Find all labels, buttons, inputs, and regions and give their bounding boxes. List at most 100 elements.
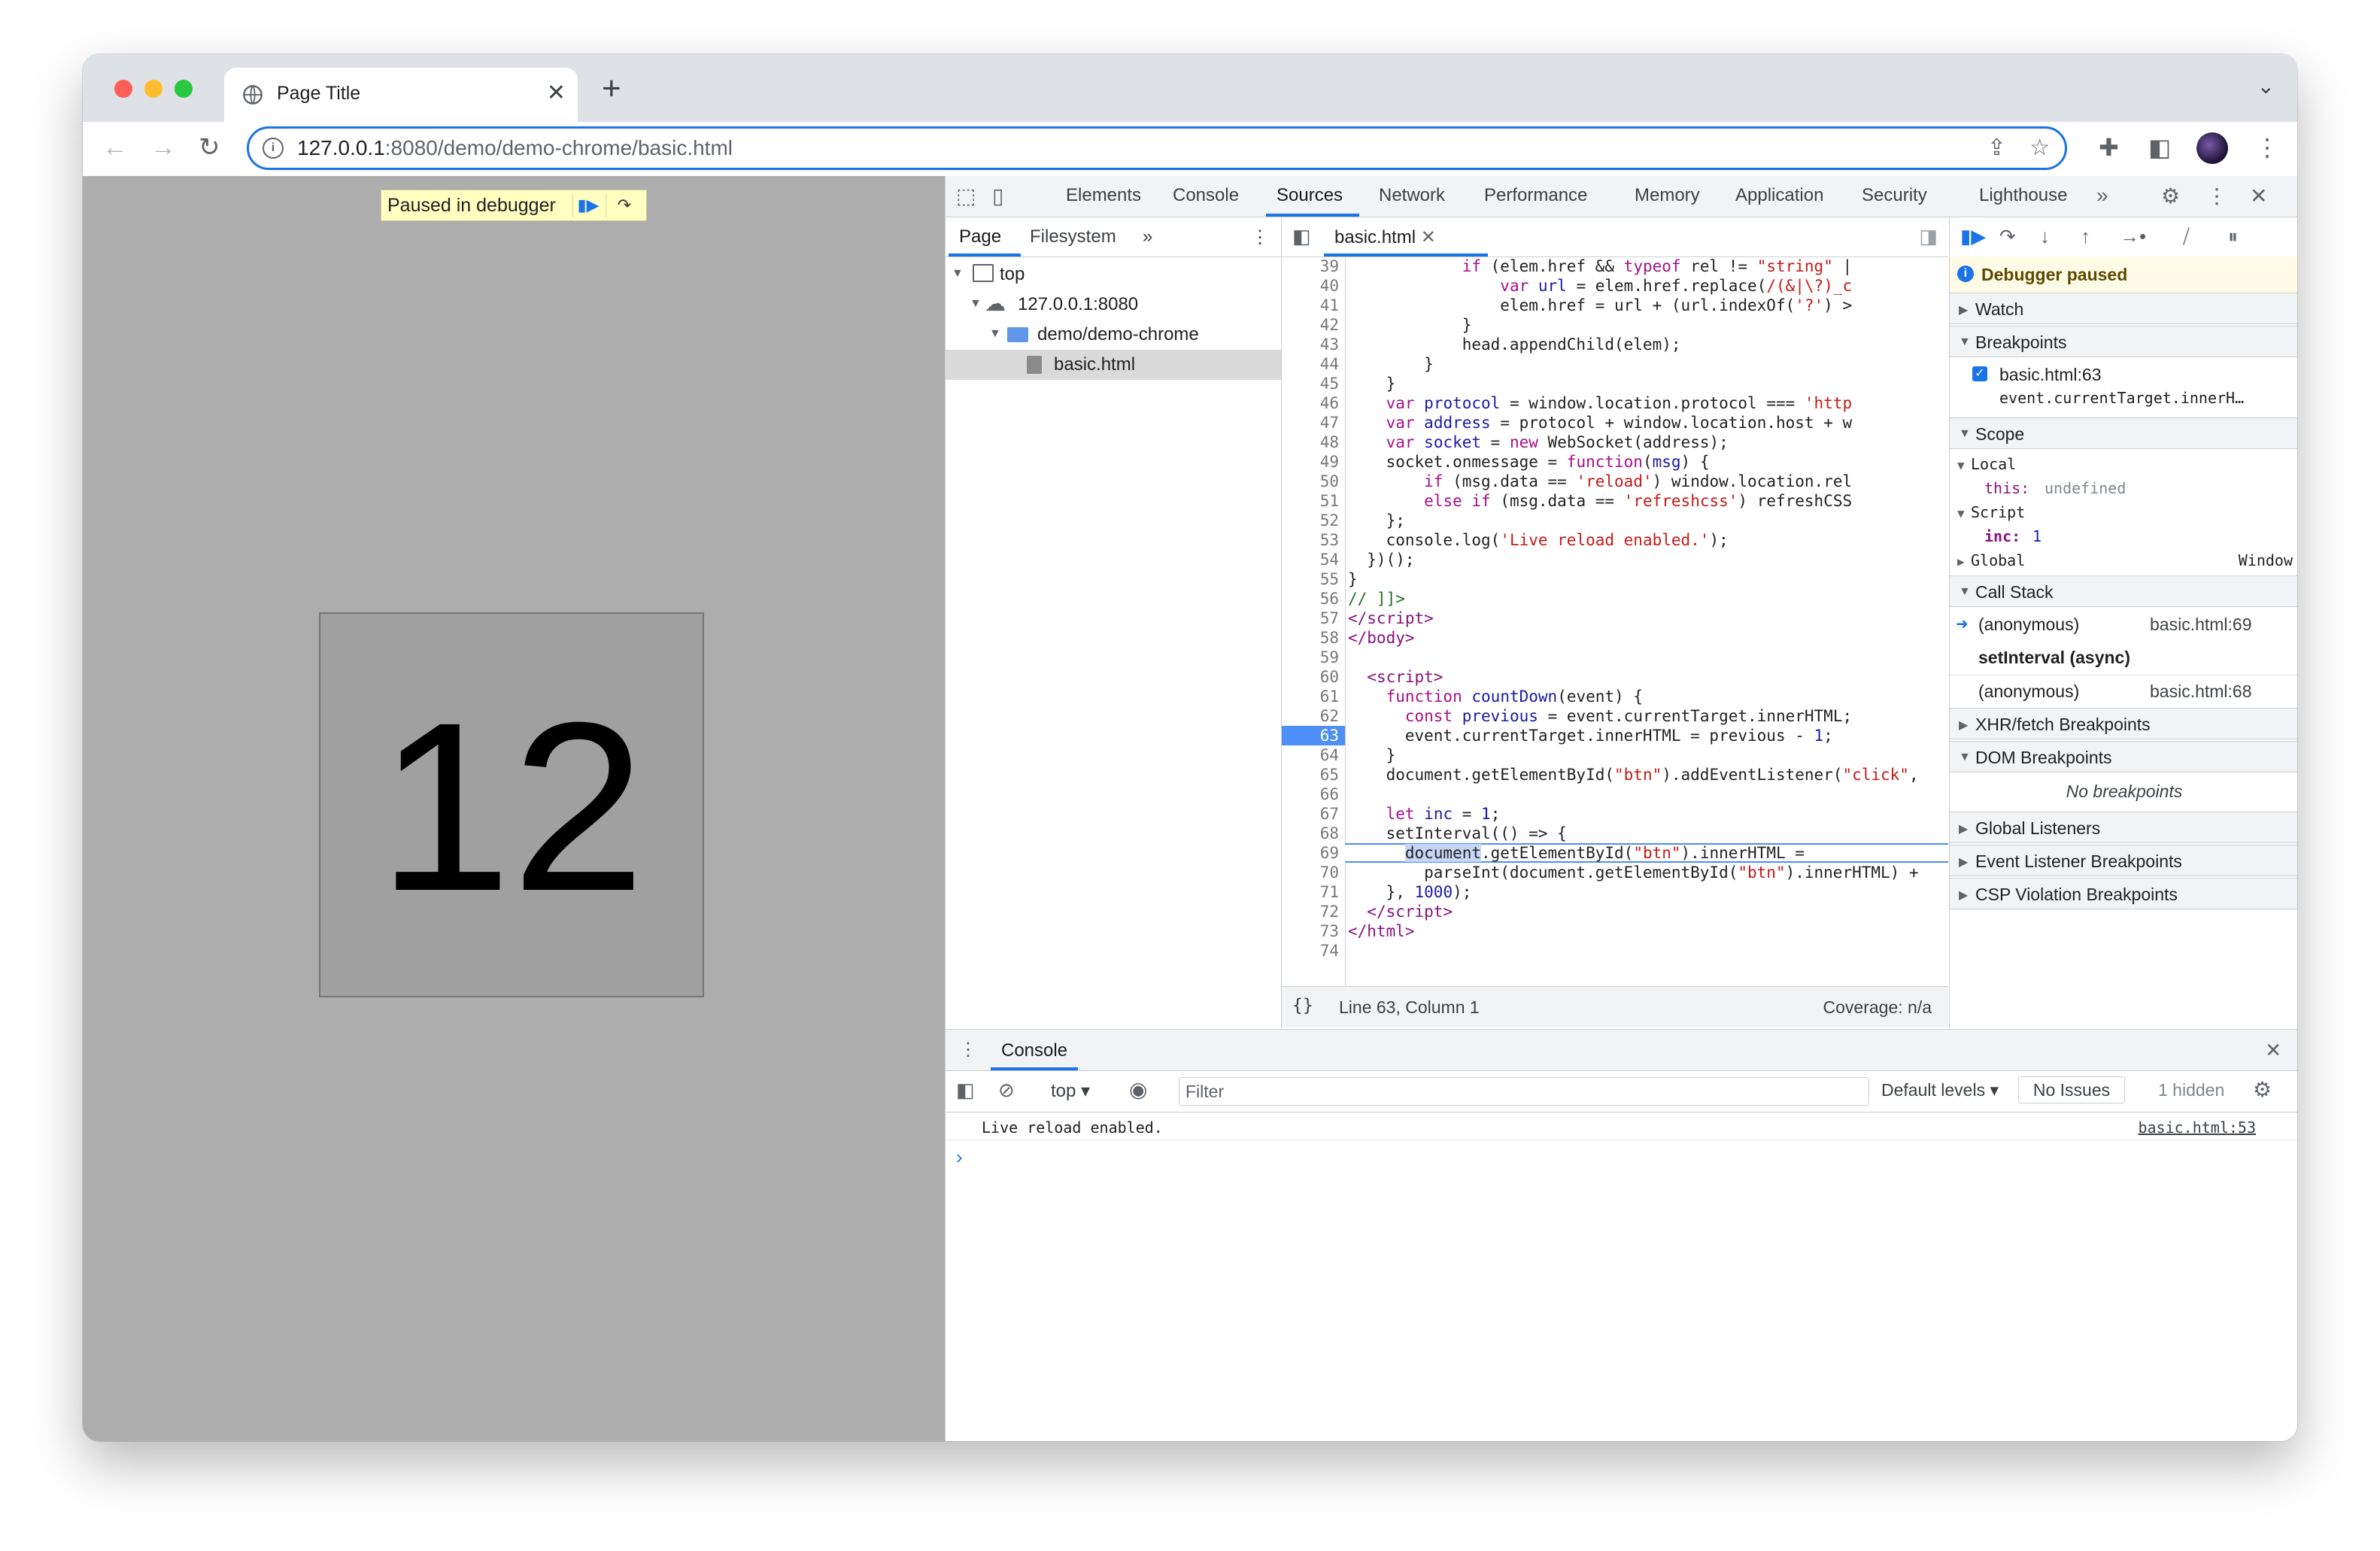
- browser-tab[interactable]: Page Title ✕: [224, 68, 578, 122]
- xhr-breakpoints-header[interactable]: ▶ XHR/fetch Breakpoints: [1950, 708, 2297, 739]
- line-number[interactable]: 59: [1286, 648, 1339, 667]
- tab-security[interactable]: Security: [1862, 185, 1927, 206]
- pause-on-exceptions-icon[interactable]: ⏸: [2228, 225, 2238, 249]
- tab-filesystem[interactable]: Filesystem: [1030, 226, 1116, 247]
- code-line[interactable]: else if (msg.data == 'refreshcss') refre…: [1348, 491, 1852, 511]
- address-bar[interactable]: i 127.0.0.1:8080/demo/demo-chrome/basic.…: [247, 126, 2067, 170]
- deactivate-breakpoints-icon[interactable]: ⧸: [2183, 225, 2190, 249]
- global-listeners-header[interactable]: ▶ Global Listeners: [1950, 812, 2297, 843]
- tab-performance[interactable]: Performance: [1484, 185, 1587, 206]
- code-line[interactable]: // ]]>: [1348, 589, 1405, 609]
- line-number[interactable]: 55: [1286, 569, 1339, 589]
- issues-button[interactable]: No Issues: [2018, 1076, 2125, 1103]
- zoom-window-button[interactable]: [175, 80, 193, 98]
- line-number[interactable]: 46: [1286, 393, 1339, 413]
- line-number[interactable]: 74: [1286, 941, 1339, 961]
- pretty-print-icon[interactable]: {}: [1292, 996, 1313, 1015]
- step-out-icon[interactable]: ↑: [2081, 225, 2090, 248]
- navigator-menu-icon[interactable]: ⋮: [1251, 226, 1269, 248]
- customize-menu-icon[interactable]: ⋮: [2206, 184, 2227, 208]
- csp-violation-breakpoints-header[interactable]: ▶ CSP Violation Breakpoints: [1950, 878, 2297, 909]
- code-line[interactable]: parseInt(document.getElementById("btn").…: [1348, 863, 1918, 882]
- clear-console-icon[interactable]: ⊘: [998, 1079, 1015, 1102]
- code-line[interactable]: <script>: [1348, 667, 1443, 687]
- more-tabs-icon[interactable]: »: [2096, 184, 2108, 208]
- log-levels-dropdown[interactable]: Default levels ▾: [1881, 1080, 1999, 1100]
- tab-search-chevron-icon[interactable]: ⌄: [2257, 74, 2275, 99]
- toggle-navigator-icon[interactable]: ◧: [1292, 225, 1311, 248]
- resume-icon[interactable]: ▮▶: [572, 193, 603, 217]
- code-line[interactable]: </script>: [1348, 902, 1453, 921]
- code-line[interactable]: }: [1348, 354, 1434, 374]
- share-icon[interactable]: ⇪: [1987, 135, 2006, 161]
- line-number[interactable]: 64: [1286, 745, 1339, 765]
- tab-application[interactable]: Application: [1735, 185, 1823, 206]
- side-panel-icon[interactable]: ◧: [2148, 134, 2171, 161]
- code-line[interactable]: const previous = event.currentTarget.inn…: [1348, 706, 1852, 726]
- code-line[interactable]: var protocol = window.location.protocol …: [1348, 393, 1853, 413]
- line-number[interactable]: 40: [1286, 276, 1339, 296]
- code-line[interactable]: document.getElementById("btn").addEventL…: [1348, 765, 1919, 785]
- context-selector[interactable]: top ▾: [1051, 1080, 1090, 1102]
- line-number[interactable]: 44: [1286, 354, 1339, 374]
- code-line[interactable]: }: [1348, 374, 1396, 393]
- tab-close-icon[interactable]: ✕: [547, 80, 566, 106]
- code-line[interactable]: }: [1348, 745, 1396, 765]
- breakpoint-marker[interactable]: 63: [1282, 726, 1345, 745]
- code-line[interactable]: </script>: [1348, 609, 1434, 628]
- line-number[interactable]: 42: [1286, 315, 1339, 335]
- line-number[interactable]: 57: [1286, 609, 1339, 628]
- breakpoint-checkbox[interactable]: ✓: [1972, 366, 1987, 381]
- line-number[interactable]: 47: [1286, 413, 1339, 433]
- code-line[interactable]: setInterval(() => {: [1348, 824, 1567, 843]
- step-icon[interactable]: →•: [2120, 225, 2146, 248]
- code-line[interactable]: if (elem.href && typeof rel != "string" …: [1348, 256, 1852, 276]
- browser-menu-icon[interactable]: ⋮: [2255, 134, 2279, 161]
- tab-page[interactable]: Page: [959, 226, 1001, 247]
- console-filter-input[interactable]: Filter: [1179, 1077, 1869, 1106]
- code-line[interactable]: </body>: [1348, 628, 1415, 648]
- line-number[interactable]: 72: [1286, 902, 1339, 921]
- console-message-source-link[interactable]: basic.html:53: [2138, 1118, 2256, 1137]
- tree-item-origin[interactable]: ▼ ☁ 127.0.0.1:8080: [946, 290, 1281, 320]
- watch-section-header[interactable]: ▶ Watch: [1950, 293, 2297, 324]
- bookmark-star-icon[interactable]: ☆: [2029, 135, 2050, 161]
- line-number[interactable]: 48: [1286, 433, 1339, 452]
- code-line[interactable]: function countDown(event) {: [1348, 687, 1643, 706]
- code-line[interactable]: console.log('Live reload enabled.');: [1348, 530, 1729, 550]
- code-line[interactable]: }: [1348, 569, 1358, 589]
- toggle-debugger-sidebar-icon[interactable]: ◨: [1919, 225, 1938, 248]
- code-line[interactable]: elem.href = url + (url.indexOf('?') >: [1348, 296, 1852, 315]
- line-number[interactable]: 69: [1286, 843, 1339, 863]
- settings-gear-icon[interactable]: ⚙: [2161, 184, 2180, 208]
- device-toolbar-icon[interactable]: ▯: [992, 184, 1003, 208]
- code-line[interactable]: event.currentTarget.innerHTML = previous…: [1348, 726, 1833, 745]
- line-number[interactable]: 49: [1286, 452, 1339, 472]
- line-number[interactable]: 39: [1286, 256, 1339, 276]
- more-nav-tabs-icon[interactable]: »: [1143, 226, 1152, 247]
- line-number[interactable]: 70: [1286, 863, 1339, 882]
- step-over-icon[interactable]: ↷: [606, 193, 642, 217]
- inspect-element-icon[interactable]: ⬚: [956, 184, 976, 208]
- close-file-icon[interactable]: ✕: [1421, 227, 1436, 247]
- live-expression-eye-icon[interactable]: ◉: [1129, 1077, 1147, 1102]
- tab-network[interactable]: Network: [1379, 185, 1445, 206]
- line-number[interactable]: 71: [1286, 882, 1339, 902]
- console-settings-gear-icon[interactable]: ⚙: [2253, 1077, 2272, 1102]
- dom-breakpoints-header[interactable]: ▼ DOM Breakpoints: [1950, 741, 2297, 772]
- line-number[interactable]: 52: [1286, 511, 1339, 530]
- line-number[interactable]: 73: [1286, 921, 1339, 941]
- extensions-icon[interactable]: ✚: [2099, 134, 2119, 161]
- code-line[interactable]: var socket = new WebSocket(address);: [1348, 433, 1729, 452]
- line-number[interactable]: 41: [1286, 296, 1339, 315]
- code-line[interactable]: }: [1348, 315, 1472, 335]
- site-info-icon[interactable]: i: [263, 138, 284, 159]
- line-number-gutter[interactable]: 39 40 41 42 43 44 45 46 47 48 49 50 51 52 53 54 55 56 57 58…: [1282, 256, 1346, 986]
- forward-button[interactable]: →: [150, 132, 176, 162]
- close-drawer-icon[interactable]: ✕: [2265, 1039, 2281, 1062]
- tab-lighthouse[interactable]: Lighthouse: [1979, 185, 2067, 206]
- back-button[interactable]: ←: [102, 132, 128, 162]
- minimize-window-button[interactable]: [144, 80, 162, 98]
- scope-section-header[interactable]: ▼ Scope: [1950, 417, 2297, 449]
- code-line[interactable]: };: [1348, 511, 1405, 530]
